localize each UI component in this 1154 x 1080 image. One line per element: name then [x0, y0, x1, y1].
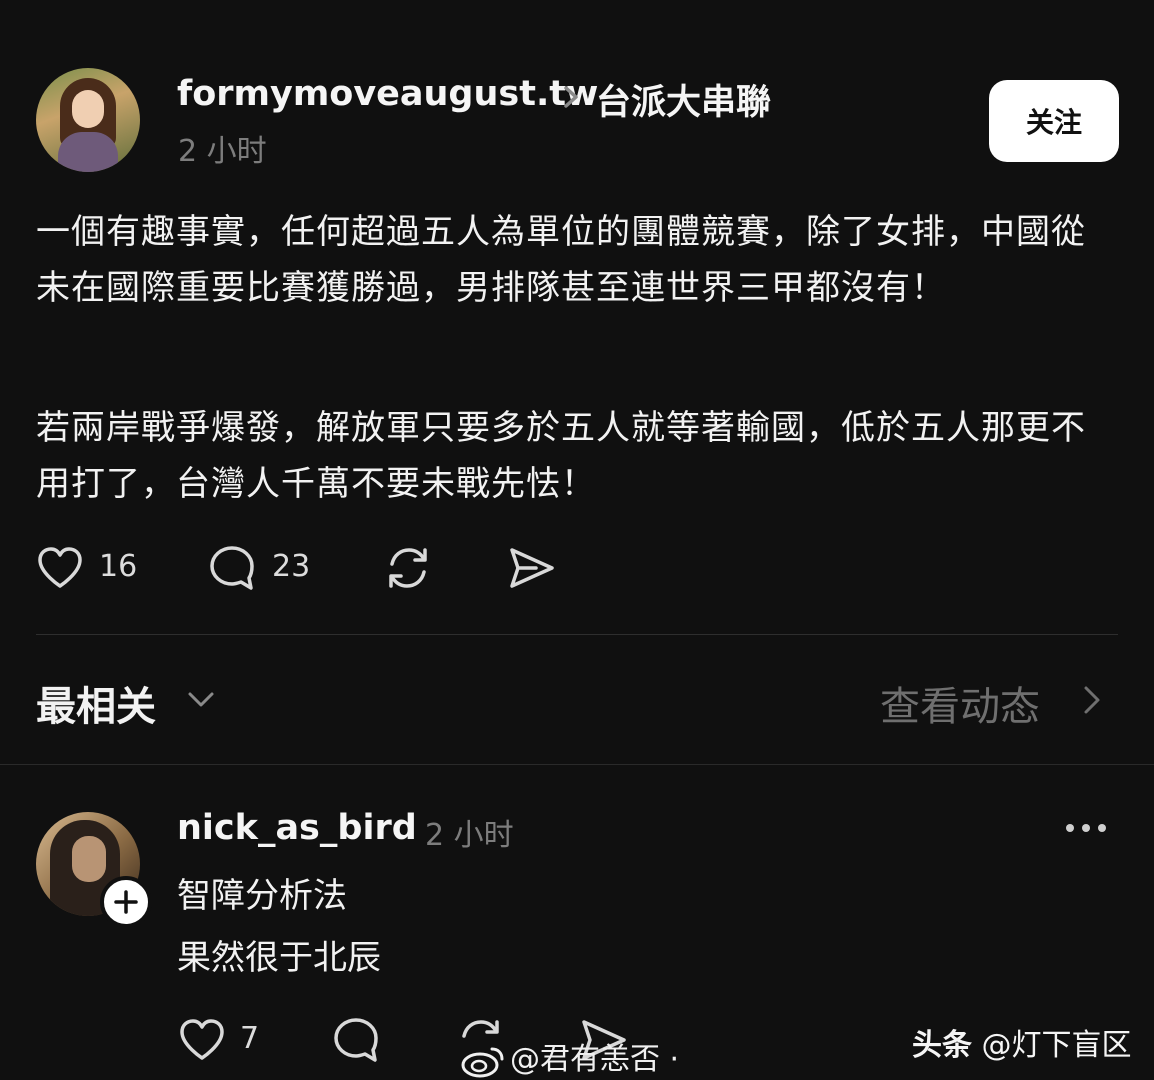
- follow-button[interactable]: 关注: [989, 80, 1119, 162]
- post-time: 2 小时: [178, 134, 267, 169]
- toutiao-brand: 头条: [912, 1028, 972, 1063]
- plus-icon: [114, 890, 138, 914]
- sort-dropdown-label[interactable]: 最相关: [36, 674, 156, 732]
- reply-text: 果然很于北辰: [177, 938, 381, 978]
- avatar-face: [72, 836, 106, 882]
- comment-count: 23: [272, 549, 311, 584]
- comment-bubble-icon[interactable]: [330, 1014, 382, 1066]
- view-activity-link[interactable]: 查看动态: [880, 674, 1040, 732]
- avatar-body: [58, 132, 118, 172]
- toutiao-watermark: 头条 @灯下盲区: [912, 1020, 1132, 1064]
- repost-icon[interactable]: [382, 542, 434, 594]
- author-name[interactable]: formymoveaugust.tw: [177, 74, 598, 114]
- avatar-face: [72, 90, 104, 128]
- send-icon[interactable]: [506, 542, 558, 594]
- divider: [36, 634, 1118, 635]
- heart-icon[interactable]: [34, 542, 86, 594]
- comment-bubble-icon[interactable]: [206, 542, 258, 594]
- chevron-right-icon[interactable]: [1076, 682, 1108, 718]
- reply-text: 智障分析法: [177, 876, 347, 916]
- reply-username[interactable]: nick_as_bird: [177, 808, 417, 848]
- more-horizontal-icon[interactable]: [1064, 818, 1108, 838]
- chevron-down-icon[interactable]: [184, 682, 218, 716]
- follow-add-button[interactable]: [100, 876, 152, 928]
- weibo-watermark: @君有恙否 ·: [460, 1034, 679, 1079]
- post-paragraph: 若兩岸戰爭爆發，解放軍只要多於五人就等著輸國，低於五人那更不用打了，台灣人千萬不…: [36, 408, 1086, 504]
- post-paragraph: 一個有趣事實，任何超過五人為單位的團體競賽，除了女排，中國從未在國際重要比賽獲勝…: [36, 212, 1086, 308]
- like-count: 16: [99, 549, 138, 584]
- heart-icon[interactable]: [176, 1014, 228, 1066]
- group-name[interactable]: 台派大串聯: [596, 74, 771, 125]
- weibo-handle: @君有恙否 ·: [510, 1042, 680, 1077]
- weibo-logo-icon: [461, 1047, 504, 1077]
- toutiao-handle: @灯下盲区: [972, 1028, 1132, 1063]
- reply-time: 2 小时: [425, 818, 514, 853]
- reply-like-count: 7: [240, 1021, 260, 1056]
- author-avatar[interactable]: [36, 68, 140, 172]
- chevron-right-icon: [564, 86, 578, 108]
- divider: [0, 764, 1154, 765]
